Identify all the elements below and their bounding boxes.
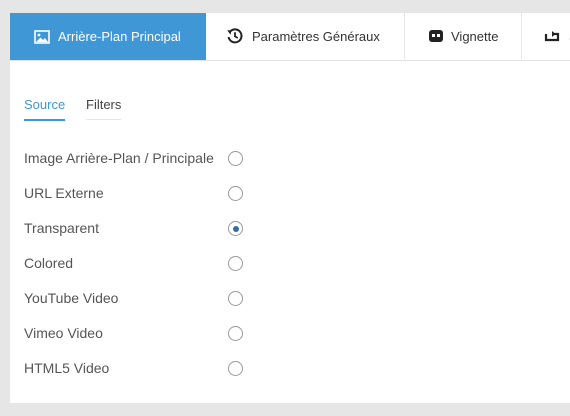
tab-general-settings[interactable]: Paramètres Généraux xyxy=(206,13,405,59)
tab-loop[interactable]: S xyxy=(522,13,570,59)
radio-external-url[interactable] xyxy=(228,186,243,201)
radio-transparent[interactable] xyxy=(228,221,243,236)
option-label[interactable]: URL Externe xyxy=(24,185,104,201)
settings-panel: Arrière-Plan Principal Paramètres Généra… xyxy=(10,13,570,403)
subtab-filters[interactable]: Filters xyxy=(86,97,122,120)
option-label[interactable]: Colored xyxy=(24,255,73,271)
tab-thumbnail[interactable]: Vignette xyxy=(405,13,522,59)
subtab-source[interactable]: Source xyxy=(24,97,66,121)
main-tab-bar: Arrière-Plan Principal Paramètres Généra… xyxy=(10,13,570,61)
option-vimeo-video: Vimeo Video xyxy=(24,325,254,345)
option-label[interactable]: Vimeo Video xyxy=(24,325,103,341)
tab-label: Arrière-Plan Principal xyxy=(58,29,181,44)
option-youtube-video: YouTube Video xyxy=(24,290,254,310)
option-html5-video: HTML5 Video xyxy=(24,360,254,380)
option-label[interactable]: HTML5 Video xyxy=(24,360,109,376)
radio-colored[interactable] xyxy=(228,256,243,271)
tab-main-background[interactable]: Arrière-Plan Principal xyxy=(10,13,206,60)
thumbnail-icon xyxy=(429,29,443,43)
option-image-background: Image Arrière-Plan / Principale xyxy=(24,150,254,170)
option-external-url: URL Externe xyxy=(24,185,254,205)
loop-icon xyxy=(543,29,561,43)
history-icon xyxy=(226,27,244,45)
radio-image-background[interactable] xyxy=(228,151,243,166)
radio-html5-video[interactable] xyxy=(228,361,243,376)
option-label[interactable]: Transparent xyxy=(24,220,99,236)
tab-label: Vignette xyxy=(451,28,499,44)
option-transparent: Transparent xyxy=(24,220,254,240)
option-label[interactable]: Image Arrière-Plan / Principale xyxy=(24,150,214,166)
tab-label: Paramètres Généraux xyxy=(252,28,380,44)
radio-youtube-video[interactable] xyxy=(228,291,243,306)
image-icon xyxy=(34,29,50,44)
option-label[interactable]: YouTube Video xyxy=(24,290,118,306)
radio-vimeo-video[interactable] xyxy=(228,326,243,341)
option-colored: Colored xyxy=(24,255,254,275)
